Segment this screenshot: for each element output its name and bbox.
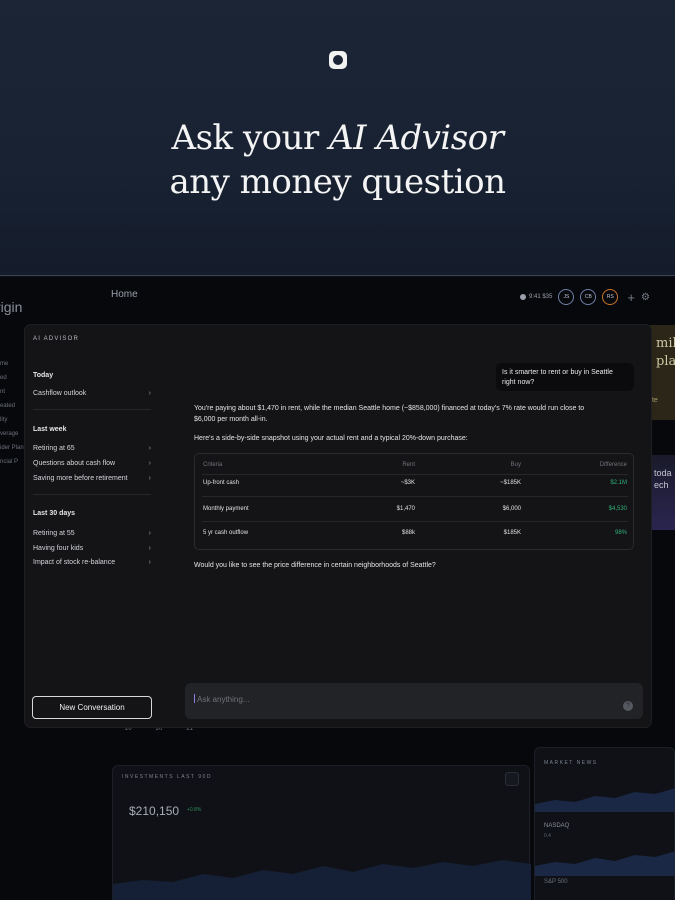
- promo-card[interactable]: mily plan: [650, 325, 675, 420]
- headline-emphasis: AI Advisor: [329, 118, 504, 158]
- nav-item[interactable]: me: [0, 357, 24, 371]
- market-index-change: 0.4: [544, 833, 551, 839]
- headline-prefix: Ask your: [171, 118, 330, 158]
- left-nav: me ed nt eated lity verage ider Plan nci…: [0, 357, 24, 469]
- row-divider: [202, 474, 628, 475]
- ai-advisor-modal: AI ADVISOR Today Cashflow outlook › Last …: [25, 325, 651, 727]
- status-dot-icon: [520, 294, 526, 300]
- section-last-30-days: Last 30 days: [33, 510, 76, 517]
- area-fill: [113, 860, 531, 900]
- conversation-item[interactable]: Retiring at 65 ›: [33, 445, 151, 452]
- table-cell: 5 yr cash outflow: [203, 530, 249, 536]
- promo-link[interactable]: Ite: [650, 397, 658, 404]
- chevron-right-icon: ›: [148, 460, 151, 467]
- table-cell: 98%: [614, 530, 627, 536]
- chevron-right-icon: ›: [148, 445, 151, 452]
- nav-item[interactable]: verage: [0, 427, 24, 441]
- user-message: Is it smarter to rent or buy in Seattle …: [496, 363, 634, 391]
- investments-title: INVESTMENTS LAST 90D: [122, 774, 212, 780]
- table-cell: Up-front cash: [203, 480, 240, 486]
- top-right-controls: 9:41 $35 JS CB RS + ⚙: [520, 289, 650, 305]
- conversation-item[interactable]: Questions about cash flow ›: [33, 460, 151, 467]
- table-header: Rent: [402, 462, 415, 468]
- nav-item[interactable]: ed: [0, 371, 24, 385]
- market-index-name-2: S&P 500: [544, 879, 568, 885]
- table-cell: $6,000: [502, 506, 521, 512]
- news-card[interactable]: toda ech: [650, 455, 675, 530]
- hero-banner: Ask your AI Advisor any money question: [0, 0, 675, 276]
- avatar[interactable]: CB: [580, 289, 597, 305]
- divider: [33, 494, 151, 495]
- comparison-table: Criteria Rent Buy Difference Up-front ca…: [194, 453, 634, 550]
- investments-card[interactable]: INVESTMENTS LAST 90D $210,150 +0.8%: [112, 765, 531, 900]
- sliders-icon[interactable]: ⚙: [641, 292, 650, 303]
- nav-item[interactable]: eated: [0, 399, 24, 413]
- chevron-right-icon: ›: [148, 559, 151, 566]
- table-cell: $185K: [503, 530, 521, 536]
- nav-home-link[interactable]: Home: [111, 289, 138, 300]
- hero-headline: Ask your AI Advisor any money question: [0, 116, 675, 204]
- section-today: Today: [33, 372, 54, 379]
- conversation-item[interactable]: Having four kids ›: [33, 545, 151, 552]
- assistant-message: You're paying about $1,470 in rent, whil…: [194, 405, 585, 423]
- market-index-name: NASDAQ: [544, 823, 570, 829]
- app-logo-icon: [329, 51, 347, 69]
- nav-item[interactable]: ider Plan: [0, 441, 24, 455]
- status-pill[interactable]: 9:41 $35: [520, 294, 552, 300]
- divider: [33, 409, 151, 410]
- investments-area-chart: [113, 860, 531, 900]
- brand-name: rigin: [0, 299, 23, 315]
- chevron-right-icon: ›: [148, 390, 151, 397]
- market-news-card[interactable]: MARKET NEWS NASDAQ 0.4 S&P 500: [534, 747, 675, 900]
- assistant-followup: Would you like to see the price differen…: [194, 562, 436, 569]
- table-header: Buy: [510, 462, 521, 468]
- row-divider: [202, 496, 628, 497]
- new-conversation-button[interactable]: New Conversation: [32, 696, 152, 719]
- table-cell: $4,530: [608, 506, 627, 512]
- chat-composer: ?: [185, 683, 643, 719]
- market-area-fill-2: [535, 851, 675, 876]
- nav-item[interactable]: nt: [0, 385, 24, 399]
- table-cell: ~$3K: [400, 480, 415, 486]
- row-divider: [202, 521, 628, 522]
- table-header: Criteria: [203, 462, 223, 468]
- table-cell: $88k: [401, 530, 415, 536]
- investments-expand-button[interactable]: [505, 772, 519, 786]
- table-cell: $1,470: [396, 506, 415, 512]
- market-area-chart-2: [535, 851, 675, 876]
- section-last-week: Last week: [33, 426, 67, 433]
- investments-badge: +0.8%: [187, 807, 202, 813]
- table-cell: ~$185K: [500, 480, 521, 486]
- headline-line2: any money question: [169, 162, 506, 202]
- table-header: Difference: [599, 462, 627, 468]
- chevron-right-icon: ›: [148, 530, 151, 537]
- app-background: rigin Home 9:41 $35 JS CB RS + ⚙ me ed n…: [0, 277, 675, 900]
- text-cursor: [194, 694, 195, 703]
- table-cell: $2.1M: [610, 480, 627, 486]
- nav-item[interactable]: lity: [0, 413, 24, 427]
- chevron-right-icon: ›: [148, 475, 151, 482]
- avatar[interactable]: JS: [558, 289, 575, 305]
- help-icon[interactable]: ?: [623, 701, 633, 711]
- market-area-fill: [535, 788, 675, 812]
- conversation-item[interactable]: Retiring at 55 ›: [33, 530, 151, 537]
- assistant-message: Here's a side-by-side snapshot using you…: [194, 435, 468, 442]
- chat-input[interactable]: [197, 691, 597, 707]
- investments-value: $210,150: [129, 804, 180, 818]
- conversation-item[interactable]: Impact of stock re-balance ›: [33, 559, 151, 566]
- market-area-chart: [535, 788, 675, 812]
- chevron-right-icon: ›: [148, 545, 151, 552]
- nav-item[interactable]: ncial P: [0, 455, 24, 469]
- add-icon[interactable]: +: [627, 290, 635, 305]
- table-cell: Monthly payment: [203, 506, 249, 512]
- avatar[interactable]: RS: [602, 289, 619, 305]
- market-title: MARKET NEWS: [544, 760, 598, 766]
- conversation-item[interactable]: Cashflow outlook ›: [33, 390, 151, 397]
- conversation-item[interactable]: Saving more before retirement ›: [33, 475, 151, 482]
- conversation-sidebar: Today Cashflow outlook › Last week Retiri…: [25, 325, 160, 727]
